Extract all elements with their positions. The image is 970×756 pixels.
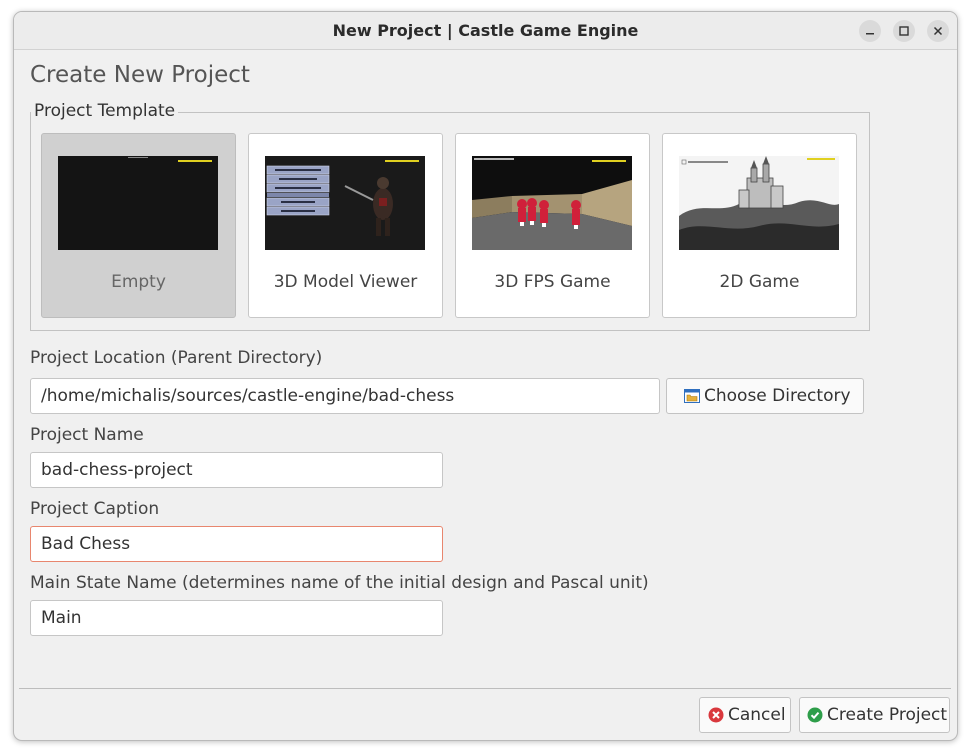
- project-template-label: Project Template: [31, 101, 179, 121]
- choose-directory-button[interactable]: Choose Directory: [666, 378, 864, 414]
- model-viewer-template-thumbnail: [265, 156, 425, 250]
- maximize-button[interactable]: [893, 20, 915, 42]
- template-empty[interactable]: Empty: [41, 133, 236, 318]
- close-icon: [933, 26, 943, 36]
- cancel-button[interactable]: Cancel: [699, 697, 791, 733]
- close-button[interactable]: [927, 20, 949, 42]
- check-icon: [807, 707, 823, 723]
- project-location-input[interactable]: /home/michalis/sources/castle-engine/bad…: [30, 378, 660, 414]
- template-label: 2D Game: [719, 272, 800, 292]
- template-3d-model-viewer[interactable]: 3D Model Viewer: [248, 133, 443, 318]
- choose-directory-label: Choose Directory: [704, 386, 851, 406]
- main-state-name-label: Main State Name (determines name of the …: [30, 573, 649, 593]
- project-caption-label: Project Caption: [30, 499, 160, 519]
- 2d-game-template-thumbnail: [679, 156, 839, 250]
- new-project-window: New Project | Castle Game Engine Create …: [13, 11, 958, 741]
- template-label: 3D FPS Game: [494, 272, 611, 292]
- create-project-label: Create Project: [827, 705, 948, 725]
- cancel-label: Cancel: [728, 705, 786, 725]
- template-label: Empty: [111, 272, 166, 292]
- cancel-icon: [708, 707, 724, 723]
- empty-template-thumbnail: [58, 156, 218, 250]
- folder-icon: [684, 389, 700, 403]
- fps-template-thumbnail: [472, 156, 632, 250]
- minimize-button[interactable]: [859, 20, 881, 42]
- main-state-name-input[interactable]: Main: [30, 600, 443, 636]
- project-location-label: Project Location (Parent Directory): [30, 348, 323, 368]
- minimize-icon: [866, 33, 874, 35]
- title-bar[interactable]: New Project | Castle Game Engine: [14, 12, 957, 50]
- template-3d-fps-game[interactable]: 3D FPS Game: [455, 133, 650, 318]
- page-title: Create New Project: [30, 62, 250, 88]
- create-project-button[interactable]: Create Project: [799, 697, 950, 733]
- window-title: New Project | Castle Game Engine: [332, 21, 639, 40]
- template-2d-game[interactable]: 2D Game: [662, 133, 857, 318]
- template-label: 3D Model Viewer: [273, 272, 418, 292]
- project-caption-input[interactable]: Bad Chess: [30, 526, 443, 562]
- project-name-label: Project Name: [30, 425, 144, 445]
- footer-separator: [19, 688, 951, 689]
- maximize-icon: [899, 26, 909, 36]
- project-name-input[interactable]: bad-chess-project: [30, 452, 443, 488]
